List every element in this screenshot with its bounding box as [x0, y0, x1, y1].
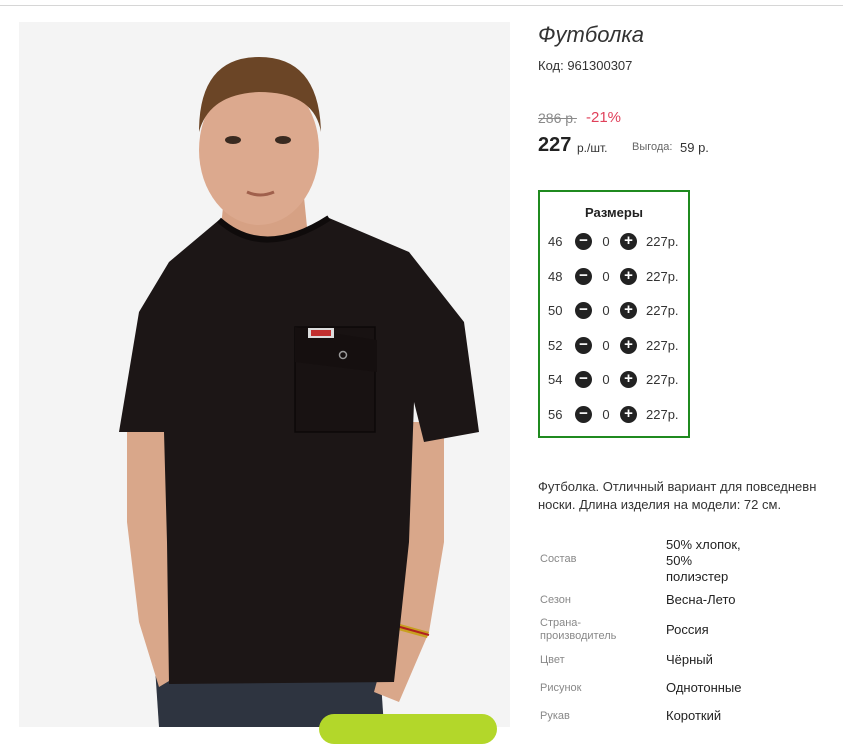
minus-icon[interactable]: − [575, 302, 592, 319]
attr-value-line: 50% хлопок, [666, 537, 741, 552]
size-price: 227р. [646, 407, 679, 422]
size-price: 227р. [646, 338, 679, 353]
attr-label-line: Страна- [540, 617, 582, 629]
attr-label-sleeve: Рукав [540, 710, 570, 722]
quantity-value: 0 [602, 234, 610, 249]
attr-label-color: Цвет [540, 654, 565, 666]
size-value: 56 [548, 407, 563, 422]
price-unit: р./шт. [577, 141, 608, 155]
sizes-title: Размеры [585, 205, 643, 220]
plus-icon[interactable]: + [620, 337, 637, 354]
plus-icon[interactable]: + [620, 302, 637, 319]
quantity-value: 0 [602, 338, 610, 353]
attr-label-composition: Состав [540, 553, 577, 565]
attr-label-season: Сезон [540, 594, 571, 606]
size-price: 227р. [646, 303, 679, 318]
attr-value-country: Россия [666, 622, 709, 637]
size-row: 52 − 0 + 227р. [540, 336, 688, 356]
attr-label-pattern: Рисунок [540, 682, 582, 694]
attr-value-line: полиэстер [666, 569, 729, 584]
size-value: 52 [548, 338, 563, 353]
minus-icon[interactable]: − [575, 406, 592, 423]
minus-icon[interactable]: − [575, 233, 592, 250]
description-line: Футболка. Отличный вариант для повседнев… [538, 479, 817, 494]
attr-label-line: производитель [540, 630, 617, 642]
discount-badge: -21% [586, 109, 622, 126]
minus-icon[interactable]: − [575, 371, 592, 388]
plus-icon[interactable]: + [620, 406, 637, 423]
description-line: носки. Длина изделия на модели: 72 см. [538, 497, 782, 512]
minus-icon[interactable]: − [575, 337, 592, 354]
product-code: Код: 961300307 [538, 58, 633, 73]
size-row: 46 − 0 + 227р. [540, 232, 688, 252]
size-row: 50 − 0 + 227р. [540, 301, 688, 321]
plus-icon[interactable]: + [620, 371, 637, 388]
top-divider [0, 5, 843, 6]
current-price: 227 [538, 134, 572, 156]
size-value: 46 [548, 234, 563, 249]
size-price: 227р. [646, 372, 679, 387]
product-description: Футболка. Отличный вариант для повседнев… [538, 478, 843, 514]
size-value: 48 [548, 269, 563, 284]
savings-label: Выгода: [632, 141, 673, 153]
product-image [19, 22, 510, 727]
attr-label-country: Страна- производитель [540, 617, 616, 643]
product-photo[interactable] [19, 22, 510, 727]
quantity-value: 0 [602, 269, 610, 284]
quantity-value: 0 [602, 303, 610, 318]
attr-value-line: 50% [666, 553, 693, 568]
product-title: Футболка [538, 22, 644, 47]
size-row: 56 − 0 + 227р. [540, 405, 688, 425]
attr-value-color: Чёрный [666, 652, 713, 667]
savings-value: 59 р. [680, 140, 709, 155]
plus-icon[interactable]: + [620, 233, 637, 250]
plus-icon[interactable]: + [620, 268, 637, 285]
size-price: 227р. [646, 269, 679, 284]
attr-value-season: Весна-Лето [666, 592, 736, 607]
size-row: 54 − 0 + 227р. [540, 370, 688, 390]
quantity-value: 0 [602, 407, 610, 422]
add-to-cart-button[interactable] [319, 714, 497, 744]
quantity-value: 0 [602, 372, 610, 387]
size-price: 227р. [646, 234, 679, 249]
minus-icon[interactable]: − [575, 268, 592, 285]
sizes-panel: Размеры 46 − 0 + 227р. 48 − 0 + 227р. 50… [538, 190, 690, 438]
attr-value-pattern: Однотонные [666, 680, 742, 695]
size-value: 54 [548, 372, 563, 387]
attr-value-sleeve: Короткий [666, 708, 722, 723]
size-value: 50 [548, 303, 563, 318]
size-row: 48 − 0 + 227р. [540, 267, 688, 287]
attr-value-composition: 50% хлопок, 50% полиэстер [666, 537, 741, 585]
old-price: 286 р. [538, 110, 577, 126]
